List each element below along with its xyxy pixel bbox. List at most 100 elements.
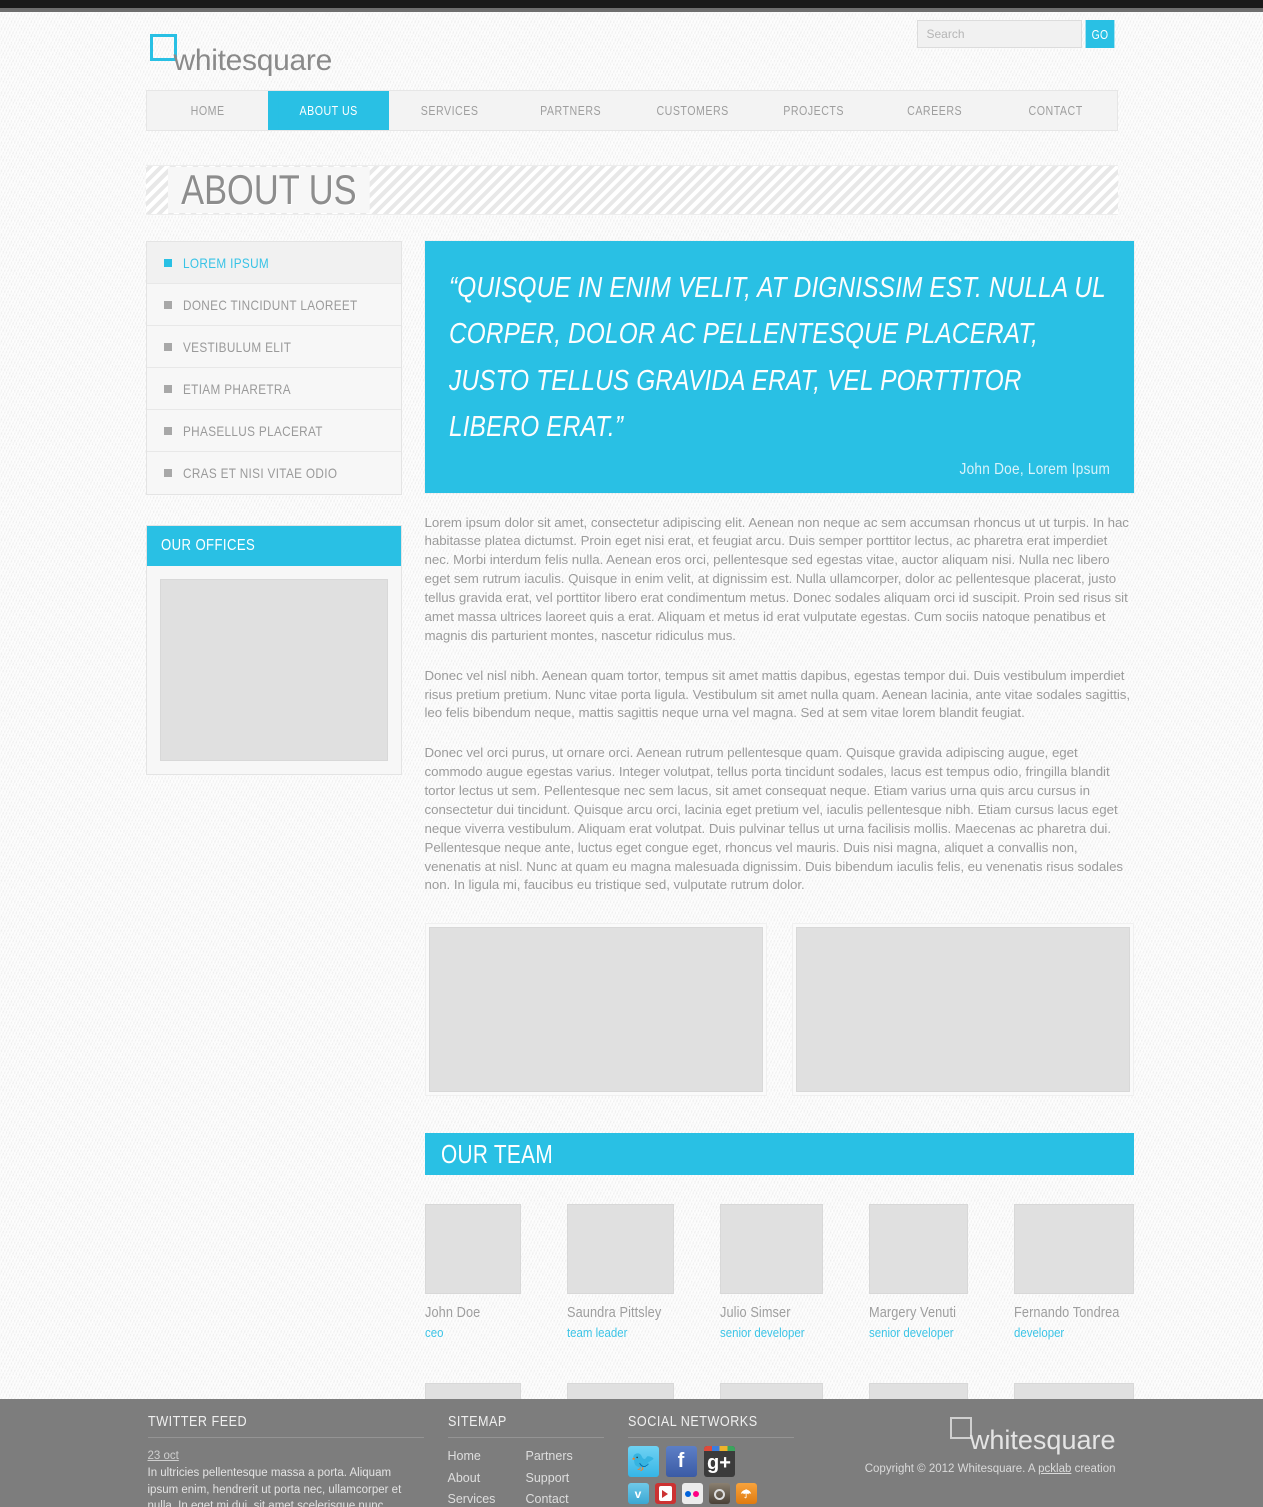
nav-item-about-us[interactable]: ABOUT US — [278, 91, 379, 130]
sidebar-item-phasellus-placerat[interactable]: PHASELLUS PLACERAT — [146, 410, 401, 452]
sitemap-link-partners[interactable]: Partners — [526, 1446, 604, 1468]
sitemap-link-about[interactable]: About — [448, 1468, 526, 1490]
team-member-card[interactable]: Julio Simser senior developer — [720, 1204, 823, 1340]
rss-icon[interactable]: ☂ — [735, 1483, 757, 1504]
page-title-banner: ABOUT US — [145, 165, 1118, 215]
team-member-card[interactable]: Saundra Pittsley team leader — [567, 1204, 675, 1341]
nav-cell-customers[interactable]: CUSTOMERS — [632, 91, 753, 130]
sidebar-item-vestibulum-elit[interactable]: VESTIBULUM ELIT — [146, 326, 401, 368]
nav-item-partners[interactable]: PARTNERS — [521, 91, 620, 130]
team-avatar — [720, 1204, 823, 1295]
sidebar-item-cras-et-nisi-vitae-odio[interactable]: CRAS ET NISI VITAE ODIO — [147, 452, 401, 494]
main-layout: LOREM IPSUM DONEC TINCIDUNT LAOREET VEST… — [145, 241, 1134, 1507]
nav-cell-projects[interactable]: PROJECTS — [753, 91, 874, 130]
sidebar: LOREM IPSUM DONEC TINCIDUNT LAOREET VEST… — [145, 241, 402, 775]
team-member-card[interactable]: Margery Venuti senior developer — [868, 1204, 968, 1340]
body-paragraph-2: Donec vel nisl nibh. Aenean quam tortor,… — [424, 667, 1131, 721]
social-networks-title: SOCIAL NETWORKS — [627, 1413, 758, 1430]
team-avatar — [868, 1204, 968, 1295]
square-logo-icon — [149, 34, 177, 61]
social-networks-header: SOCIAL NETWORKS — [627, 1413, 794, 1438]
twitter-icon[interactable]: 🐦 — [627, 1446, 659, 1477]
our-team-title: OUR TEAM — [440, 1138, 553, 1169]
logo-text: whitesquare — [173, 44, 333, 77]
our-offices-header: OUR OFFICES — [146, 526, 401, 566]
nav-cell-home[interactable]: HOME — [147, 91, 268, 130]
sidebar-item-label: DONEC TINCIDUNT LAOREET — [182, 296, 358, 313]
bullet-icon — [163, 384, 172, 393]
search-go-button[interactable]: GO — [1085, 20, 1114, 48]
footer-logo-text: whitesquare — [969, 1425, 1116, 1455]
copyright-prefix: Copyright © 2012 Whitesquare. A — [864, 1463, 1039, 1475]
team-member-role: senior developer — [720, 1325, 805, 1341]
team-member-name: John Doe — [424, 1305, 480, 1322]
sidebar-item-etiam-pharetra[interactable]: ETIAM PHARETRA — [146, 368, 401, 410]
bullet-icon — [163, 342, 172, 351]
footer-social-networks: SOCIAL NETWORKS 🐦 f g+ v ☂ — [622, 1413, 812, 1507]
facebook-icon[interactable]: f — [665, 1446, 697, 1477]
sitemap-title: SITEMAP — [447, 1413, 507, 1430]
team-avatar — [424, 1204, 521, 1295]
content-column: “QUISQUE IN ENIM VELIT, AT DIGNISSIM EST… — [424, 241, 1134, 1507]
bullet-icon — [163, 258, 172, 267]
nav-cell-careers[interactable]: CAREERS — [874, 91, 995, 130]
site-header: whitesquare GO — [142, 12, 1122, 90]
sidebar-item-donec-tincidunt-laoreet[interactable]: DONEC TINCIDUNT LAOREET — [146, 284, 401, 326]
nav-item-home[interactable]: HOME — [157, 91, 256, 130]
sitemap-link-home[interactable]: Home — [448, 1446, 526, 1468]
content-image-frame-2 — [791, 923, 1134, 1097]
tweet-text: In ultricies pellentesque massa a porta.… — [147, 1467, 402, 1507]
quote-author-line: John Doe, Lorem Ipsum — [449, 461, 1110, 479]
body-paragraph-1: Lorem ipsum dolor sit amet, consectetur … — [424, 514, 1129, 643]
team-member-role: team leader — [567, 1325, 628, 1341]
pcklab-link[interactable]: pcklab — [1038, 1463, 1071, 1475]
nav-cell-services[interactable]: SERVICES — [389, 91, 510, 130]
page-title: ABOUT US — [167, 167, 370, 213]
footer-branding: whitesquare Copyright © 2012 Whitesquare… — [865, 1415, 1116, 1475]
sitemap-link-contact[interactable]: Contact — [526, 1489, 604, 1507]
team-member-name: Julio Simser — [720, 1305, 791, 1322]
sitemap-link-services[interactable]: Services — [448, 1489, 526, 1507]
nav-item-contact[interactable]: CONTACT — [1006, 91, 1105, 130]
twitter-feed-title: TWITTER FEED — [147, 1413, 247, 1430]
flickr-icon[interactable] — [681, 1483, 703, 1504]
nav-item-customers[interactable]: CUSTOMERS — [642, 91, 741, 130]
google-plus-icon[interactable]: g+ — [703, 1446, 735, 1477]
sidebar-item-label: CRAS ET NISI VITAE ODIO — [182, 465, 337, 481]
vimeo-icon[interactable]: v — [627, 1483, 649, 1504]
quote-author: John Doe, Lorem Ipsum — [959, 460, 1110, 478]
page-wrapper: whitesquare GO HOME ABOUT US SERVICES PA… — [142, 12, 1134, 1507]
bullet-icon — [163, 469, 172, 477]
sidebar-item-label: PHASELLUS PLACERAT — [182, 422, 323, 439]
team-member-card[interactable]: Fernando Tondrea developer — [1013, 1204, 1134, 1341]
site-footer: TWITTER FEED 23 oct In ultricies pellent… — [0, 1399, 1263, 1507]
footer-twitter-feed: TWITTER FEED 23 oct In ultricies pellent… — [142, 1413, 442, 1507]
body-paragraph-3: Donec vel orci purus, ut ornare orci. Ae… — [424, 745, 1124, 893]
content-image-frame-1 — [424, 923, 767, 1097]
nav-cell-about-us[interactable]: ABOUT US — [267, 91, 389, 130]
tweet-date-link[interactable]: 23 oct — [148, 1450, 179, 1462]
sitemap-header: SITEMAP — [447, 1413, 604, 1438]
team-member-name: Fernando Tondrea — [1013, 1305, 1120, 1322]
youtube-icon[interactable] — [654, 1483, 676, 1504]
nav-item-projects[interactable]: PROJECTS — [764, 91, 863, 130]
nav-item-services[interactable]: SERVICES — [400, 91, 499, 130]
nav-item-careers[interactable]: CAREERS — [885, 91, 984, 130]
site-logo[interactable]: whitesquare — [149, 32, 333, 77]
search-input[interactable] — [916, 20, 1082, 48]
sitemap-link-support[interactable]: Support — [526, 1468, 604, 1490]
nav-cell-contact[interactable]: CONTACT — [995, 91, 1116, 130]
our-team-header: OUR TEAM — [424, 1133, 1134, 1176]
instagram-icon[interactable] — [708, 1483, 730, 1504]
content-image-row — [424, 923, 1134, 1097]
sidebar-item-lorem-ipsum[interactable]: LOREM IPSUM — [146, 242, 401, 284]
team-member-card[interactable]: John Doe ceo — [424, 1204, 521, 1340]
sitemap-column-2: Partners Support Contact — [526, 1446, 604, 1507]
our-offices-body — [147, 566, 401, 774]
team-member-role: developer — [1013, 1325, 1064, 1341]
twitter-feed-header: TWITTER FEED — [147, 1413, 424, 1438]
team-avatar — [567, 1204, 675, 1295]
our-offices-title: OUR OFFICES — [160, 537, 255, 554]
nav-cell-partners[interactable]: PARTNERS — [510, 91, 631, 130]
footer-square-logo-icon — [949, 1417, 972, 1439]
